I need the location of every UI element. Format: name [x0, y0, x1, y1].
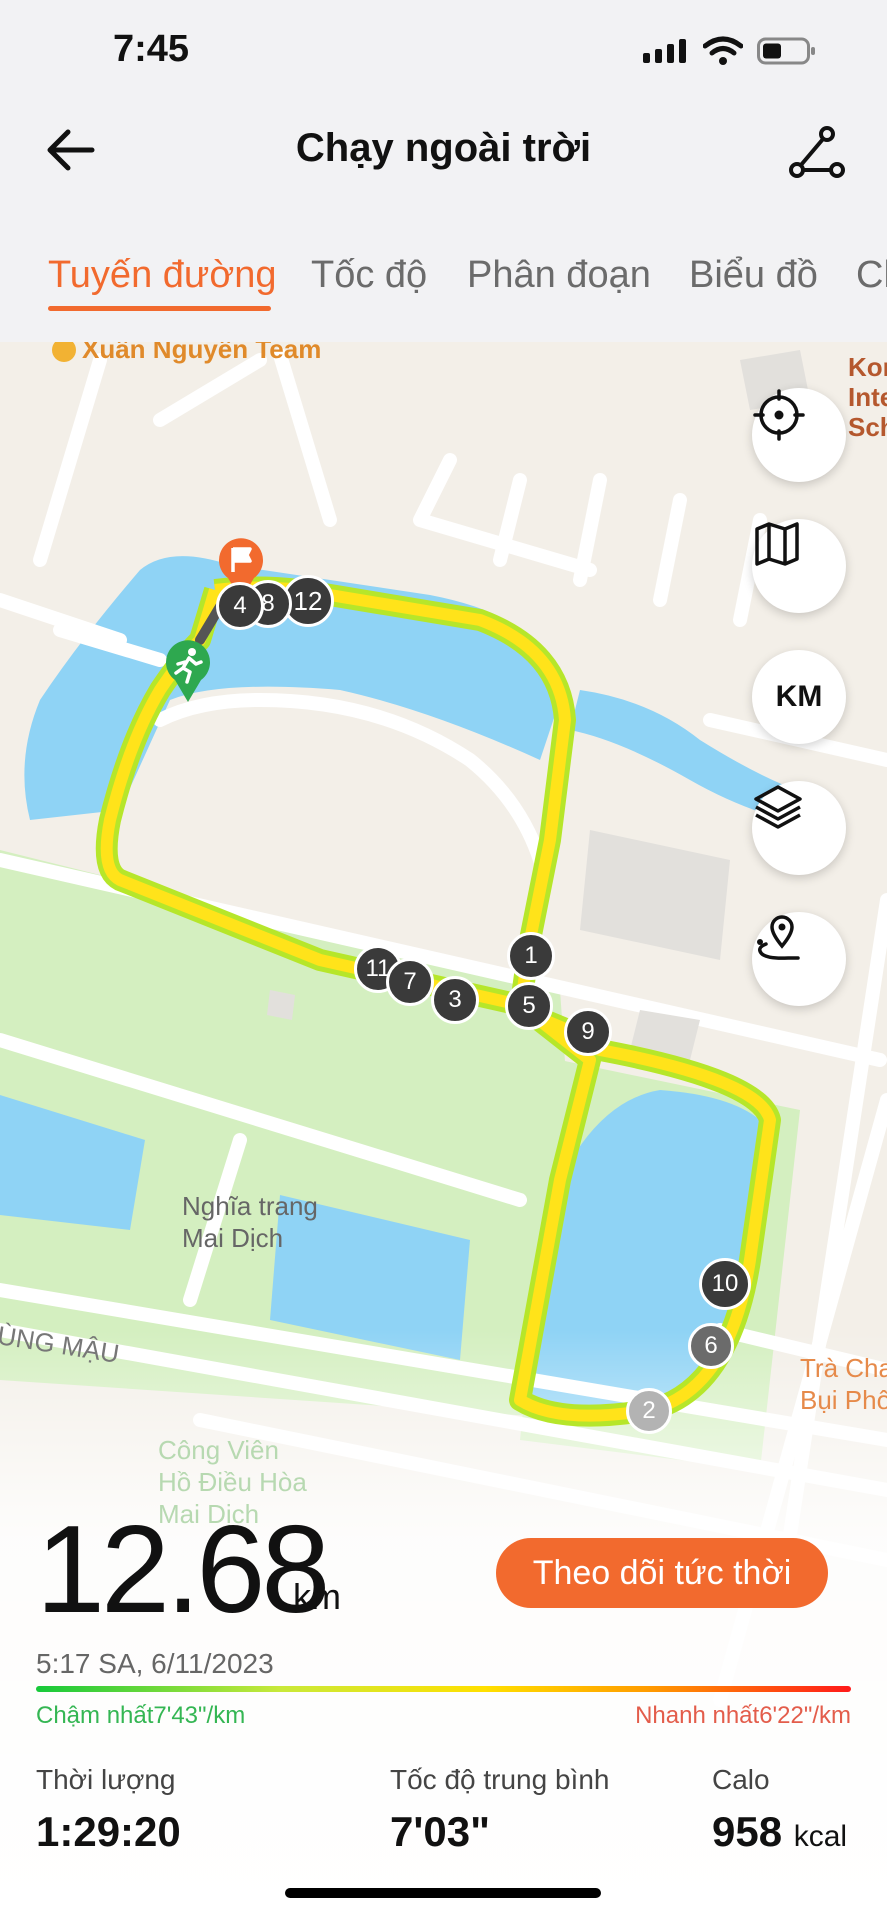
- route-location-button[interactable]: [752, 912, 846, 1006]
- units-toggle-button[interactable]: KM: [752, 650, 846, 744]
- live-tracking-button[interactable]: Theo dõi tức thời: [496, 1538, 828, 1608]
- tab-charts[interactable]: Biểu đồ: [689, 254, 818, 297]
- locate-button[interactable]: [752, 388, 846, 482]
- duration-label: Thời lượng: [36, 1764, 176, 1795]
- slowest-pace: Chậm nhất7'43"/km: [36, 1702, 246, 1729]
- tab-pace[interactable]: Tốc độ: [311, 254, 427, 297]
- km-marker-4: 4: [216, 582, 264, 630]
- layers-button[interactable]: [752, 781, 846, 875]
- route-share-icon[interactable]: [787, 124, 847, 180]
- calories-block: 958 kcal: [712, 1808, 847, 1856]
- distance-unit: km: [293, 1576, 341, 1617]
- layers-icon: [754, 785, 802, 829]
- cellular-signal-icon: [643, 39, 686, 63]
- poi-label-cafe: Trà Cha Bụi Phố: [800, 1353, 887, 1415]
- km-marker-2: 2: [626, 1388, 672, 1434]
- status-time: 7:45: [113, 28, 190, 70]
- poi-label-team: Xuân Nguyễn Team: [52, 342, 321, 365]
- tab-splits[interactable]: Phân đoạn: [467, 254, 651, 297]
- fastest-pace: Nhanh nhất6'22"/km: [635, 1702, 851, 1729]
- avg-pace-label: Tốc độ trung bình: [390, 1764, 610, 1795]
- km-marker-9: 9: [564, 1008, 612, 1056]
- calories-unit: kcal: [793, 1820, 848, 1853]
- tab-more[interactable]: Ch: [856, 254, 887, 297]
- wifi-icon: [703, 36, 743, 65]
- activity-datetime: 5:17 SA, 6/11/2023: [36, 1648, 274, 1679]
- status-icons: [643, 36, 817, 66]
- poi-marker-icon: [52, 342, 76, 362]
- location-route-icon: [757, 915, 800, 960]
- km-marker-5: 5: [505, 982, 553, 1030]
- start-runner-icon: [166, 640, 210, 702]
- km-marker-6: 6: [688, 1323, 734, 1369]
- calories-label: Calo: [712, 1764, 770, 1795]
- avg-pace-value: 7'03": [390, 1808, 490, 1855]
- km-marker-7: 7: [386, 958, 434, 1006]
- route-map[interactable]: 12 8 4 1 11 7 3 5 9 10 6 2 Xuân Nguyễn T…: [0, 342, 887, 1920]
- pace-gradient-bar: [36, 1686, 851, 1692]
- navigation-bar: Chạy ngoài trời: [0, 100, 887, 200]
- km-marker-3: 3: [431, 976, 479, 1024]
- map-style-button[interactable]: [752, 519, 846, 613]
- poi-team-text: Xuân Nguyễn Team: [82, 342, 322, 364]
- page-title: Chạy ngoài trời: [295, 126, 592, 170]
- tab-route[interactable]: Tuyến đường: [48, 254, 277, 297]
- distance-value: 12.68: [36, 1501, 330, 1639]
- poi-label-cemetery: Nghĩa trang Mai Dịch: [182, 1191, 318, 1253]
- battery-icon: [757, 37, 815, 65]
- calories-value: 958: [712, 1808, 783, 1855]
- crosshair-icon: [753, 389, 805, 441]
- duration-value: 1:29:20: [36, 1808, 181, 1855]
- tab-bar: Tuyến đường Tốc độ Phân đoạn Biểu đồ Ch: [0, 240, 887, 320]
- status-bar: 7:45: [0, 0, 887, 100]
- map-fold-icon: [755, 522, 799, 566]
- active-tab-indicator: [48, 306, 271, 311]
- poi-label-korean-school: Kor Inte Sch: [848, 352, 887, 442]
- km-marker-1: 1: [507, 932, 555, 980]
- home-indicator: [285, 1888, 601, 1898]
- km-marker-10: 10: [699, 1258, 751, 1310]
